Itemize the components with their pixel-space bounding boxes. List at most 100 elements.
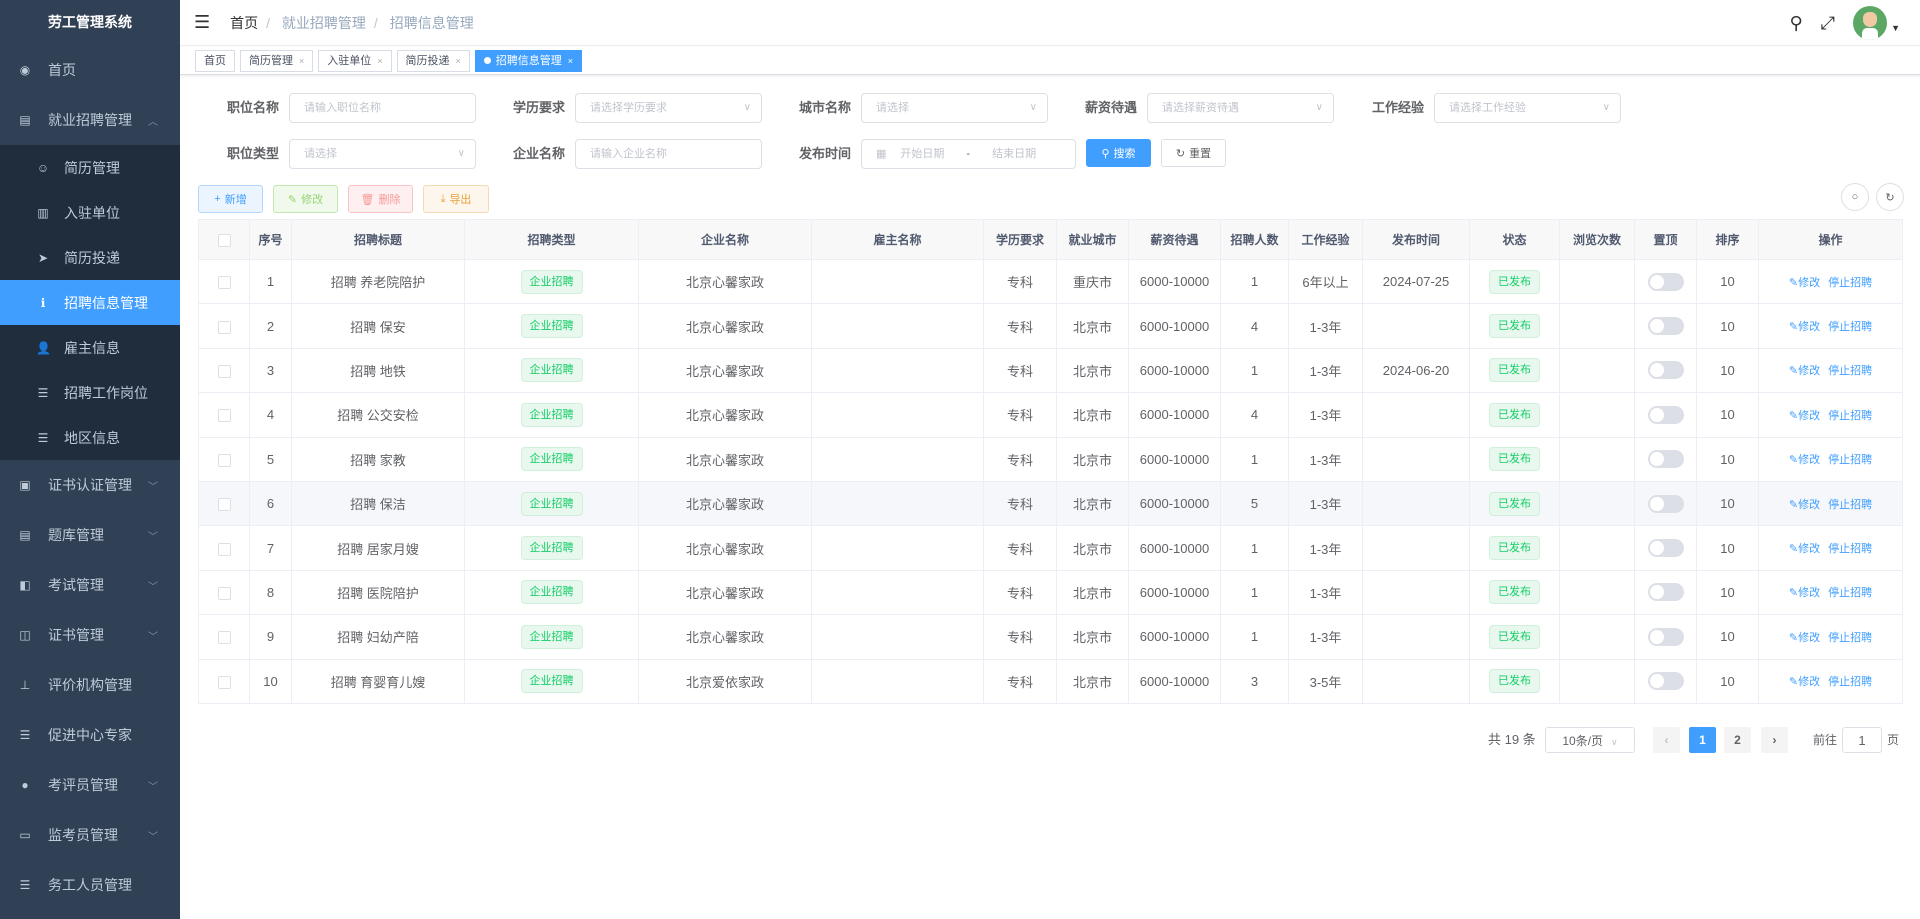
table-row[interactable]: 9 招聘 妇幼产陪 企业招聘 北京心馨家政 专科 北京市 6000-10000 1 1-3年 已发… [198, 614, 1903, 660]
edit-link[interactable]: ✎修改 [1789, 676, 1820, 688]
stop-recruiting-link[interactable]: 停止招聘 [1828, 543, 1872, 555]
fullscreen-icon[interactable]: ⤢ [1821, 13, 1835, 34]
sidebar-item[interactable]: ◫ 证书管理 ﹀ [0, 610, 180, 660]
edit-link[interactable]: ✎修改 [1789, 321, 1820, 333]
toggle-search-button[interactable]: ○ [1841, 183, 1869, 211]
edit-link[interactable]: ✎修改 [1789, 454, 1820, 466]
caret-down-icon[interactable]: ▼ [1891, 23, 1900, 33]
close-icon[interactable]: × [299, 56, 304, 66]
stop-recruiting-link[interactable]: 停止招聘 [1828, 454, 1872, 466]
stop-recruiting-link[interactable]: 停止招聘 [1828, 632, 1872, 644]
edit-link[interactable]: ✎修改 [1789, 499, 1820, 511]
stop-recruiting-link[interactable]: 停止招聘 [1828, 410, 1872, 422]
select-all-checkbox[interactable] [217, 233, 231, 247]
row-checkbox[interactable] [217, 542, 231, 556]
sidebar-item[interactable]: ☰ 务工人员管理 [0, 860, 180, 910]
sidebar-subitem[interactable]: ☺ 简历管理 [0, 145, 180, 190]
stop-recruiting-link[interactable]: 停止招聘 [1828, 321, 1872, 333]
tag-item[interactable]: 简历投递 × [396, 49, 470, 72]
pin-toggle[interactable] [1647, 539, 1684, 558]
stop-recruiting-link[interactable]: 停止招聘 [1828, 587, 1872, 599]
pin-toggle[interactable] [1647, 627, 1684, 646]
filter-select[interactable]: 请选择工作经验 ∨ [1434, 93, 1621, 123]
sidebar-subitem[interactable]: 👤 雇主信息 [0, 325, 180, 370]
sidebar-subitem[interactable]: ℹ 招聘信息管理 [0, 280, 180, 325]
row-checkbox[interactable] [217, 675, 231, 689]
add-button[interactable]: + 新增 [198, 185, 263, 213]
edit-link[interactable]: ✎修改 [1789, 365, 1820, 377]
sidebar-subitem[interactable]: ▥ 入驻单位 [0, 190, 180, 235]
table-row[interactable]: 7 招聘 居家月嫂 企业招聘 北京心馨家政 专科 北京市 6000-10000 1 1-3年 已发… [198, 525, 1903, 571]
sidebar-item[interactable]: ◧ 考试管理 ﹀ [0, 560, 180, 610]
row-checkbox[interactable] [217, 586, 231, 600]
filter-select[interactable]: 请选择 ∨ [861, 93, 1048, 123]
export-button[interactable]: ⤓ 导出 [423, 185, 489, 213]
pin-toggle[interactable] [1647, 583, 1684, 602]
date-range-picker[interactable]: ▦ 开始日期 - 结束日期 [861, 139, 1076, 169]
delete-button[interactable]: 🗑 删除 [348, 185, 413, 213]
stop-recruiting-link[interactable]: 停止招聘 [1828, 277, 1872, 289]
pin-toggle[interactable] [1647, 450, 1684, 469]
stop-recruiting-link[interactable]: 停止招聘 [1828, 499, 1872, 511]
tag-item[interactable]: 入驻单位 × [318, 49, 392, 72]
pin-toggle[interactable] [1647, 494, 1684, 513]
sidebar-subitem[interactable]: ➤ 简历投递 [0, 235, 180, 280]
edit-link[interactable]: ✎修改 [1789, 410, 1820, 422]
sidebar-item[interactable]: ▤ 题库管理 ﹀ [0, 510, 180, 560]
page-1[interactable]: 1 [1689, 727, 1716, 753]
sidebar-item[interactable]: ☰ 促进中心专家 [0, 710, 180, 760]
edit-link[interactable]: ✎修改 [1789, 543, 1820, 555]
pin-toggle[interactable] [1647, 361, 1684, 380]
sidebar-item[interactable]: ⊥ 评价机构管理 [0, 660, 180, 710]
sidebar-item[interactable]: ◉ 首页 [0, 45, 180, 95]
table-row[interactable]: 1 招聘 养老院陪护 企业招聘 北京心馨家政 专科 重庆市 6000-10000 1 6年以上 2… [198, 258, 1903, 305]
pin-toggle[interactable] [1647, 317, 1684, 336]
search-icon[interactable]: ⚲ [1789, 13, 1802, 34]
edit-link[interactable]: ✎修改 [1789, 632, 1820, 644]
table-row[interactable]: 8 招聘 医院陪护 企业招聘 北京心馨家政 专科 北京市 6000-10000 1 1-3年 已发… [198, 569, 1903, 616]
stop-recruiting-link[interactable]: 停止招聘 [1828, 365, 1872, 377]
table-row[interactable]: 6 招聘 保洁 企业招聘 北京心馨家政 专科 北京市 6000-10000 5 1-3年 已发布 1… [198, 480, 1903, 527]
table-row[interactable]: 5 招聘 家教 企业招聘 北京心馨家政 专科 北京市 6000-10000 1 1-3年 已发布 1… [198, 436, 1903, 482]
table-row[interactable]: 4 招聘 公交安检 企业招聘 北京心馨家政 专科 北京市 6000-10000 4 1-3年 已发… [198, 392, 1903, 438]
tag-item[interactable]: 招聘信息管理 × [474, 49, 583, 72]
pin-toggle[interactable] [1647, 672, 1684, 691]
sidebar-subitem[interactable]: ☰ 地区信息 [0, 415, 180, 460]
prev-page-button[interactable]: ‹ [1653, 727, 1680, 753]
filter-select[interactable]: 请选择学历要求 ∨ [575, 93, 762, 123]
sidebar-item[interactable]: ● 考评员管理 ﹀ [0, 760, 180, 810]
filter-input[interactable]: 请输入职位名称 [289, 93, 476, 123]
sidebar-item[interactable]: ▣ 证书认证管理 ﹀ [0, 460, 180, 510]
row-checkbox[interactable] [217, 276, 231, 290]
tag-item[interactable]: 首页 [195, 49, 235, 72]
row-checkbox[interactable] [217, 498, 231, 512]
row-checkbox[interactable] [217, 365, 231, 378]
edit-button[interactable]: ✎ 修改 [273, 185, 338, 213]
filter-select[interactable]: 请选择薪资待遇 ∨ [1147, 93, 1334, 123]
table-row[interactable]: 2 招聘 保安 企业招聘 北京心馨家政 专科 北京市 6000-10000 4 1-3年 已发布 1… [198, 303, 1903, 349]
stop-recruiting-link[interactable]: 停止招聘 [1828, 676, 1872, 688]
tag-item[interactable]: 简历管理 × [240, 49, 314, 72]
next-page-button[interactable]: › [1761, 727, 1788, 753]
goto-page-input[interactable]: 1 [1842, 727, 1882, 753]
close-icon[interactable]: × [568, 56, 573, 66]
refresh-button[interactable]: ↻ [1876, 183, 1904, 211]
avatar[interactable] [1853, 6, 1888, 40]
row-checkbox[interactable] [217, 631, 231, 645]
close-icon[interactable]: × [377, 56, 382, 66]
edit-link[interactable]: ✎修改 [1789, 587, 1820, 599]
table-row[interactable]: 10 招聘 育婴育儿嫂 企业招聘 北京爱依家政 专科 北京市 6000-10000 3 3-5年… [198, 658, 1903, 704]
page-2[interactable]: 2 [1724, 727, 1751, 753]
edit-link[interactable]: ✎修改 [1789, 277, 1820, 289]
row-checkbox[interactable] [217, 453, 231, 467]
close-icon[interactable]: × [456, 56, 461, 66]
pin-toggle[interactable] [1647, 405, 1684, 424]
hamburger-icon[interactable]: ☰ [194, 12, 210, 33]
page-size-select[interactable]: 10条/页 ∨ [1545, 727, 1635, 753]
sidebar-item[interactable]: ▭ 监考员管理 ﹀ [0, 810, 180, 860]
search-button[interactable]: ⚲ 搜索 [1086, 139, 1151, 167]
filter-input[interactable]: 请输入企业名称 [575, 139, 762, 169]
table-row[interactable]: 3 招聘 地铁 企业招聘 北京心馨家政 专科 北京市 6000-10000 1 1-3年 2024… [198, 347, 1903, 394]
filter-select[interactable]: 请选择 ∨ [289, 139, 476, 169]
breadcrumb-home[interactable]: 首页 [230, 15, 258, 31]
